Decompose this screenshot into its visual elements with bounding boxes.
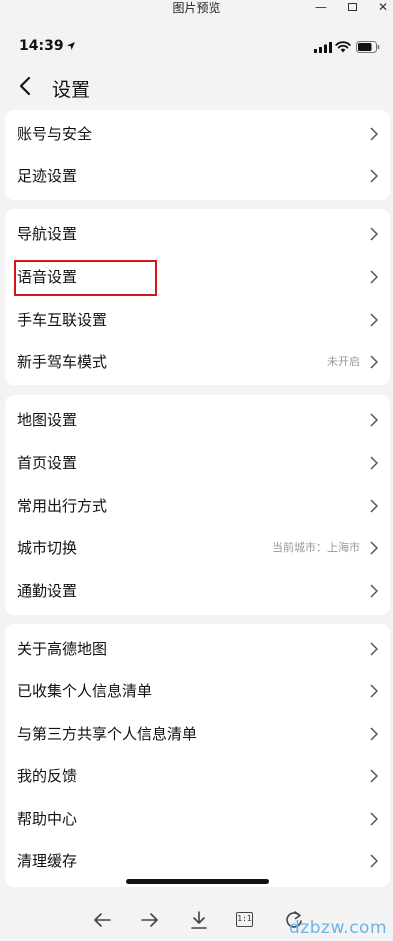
actual-size-label: 1:1 [236,912,253,927]
settings-item-label: 通勤设置 [17,582,78,600]
chevron-right-icon [370,227,378,241]
settings-item-travel-mode[interactable]: 常用出行方式 [5,485,390,527]
settings-item-clear-cache[interactable]: 清理缓存 [5,840,390,882]
page-header: 设置 [0,66,393,110]
chevron-right-icon [370,854,378,868]
viewer-title: 图片预览 [172,1,221,15]
maximize-button[interactable] [339,0,365,16]
settings-item-car-connect[interactable]: 手车互联设置 [5,299,390,341]
chevron-right-icon [370,270,378,284]
chevron-right-icon [370,642,378,656]
watermark-text: dzbzw.com [289,918,387,938]
chevron-right-icon [370,456,378,470]
settings-item-label: 语音设置 [17,268,78,286]
settings-item-navigation[interactable]: 导航设置 [5,213,390,255]
back-arrow-icon[interactable] [16,76,36,96]
settings-item-label: 导航设置 [17,225,78,243]
minimize-button[interactable]: — [308,0,334,16]
settings-item-label: 首页设置 [17,454,78,472]
settings-item-label: 足迹设置 [17,167,78,185]
settings-item-label: 我的反馈 [17,767,78,785]
settings-item-label: 帮助中心 [17,810,78,828]
chevron-right-icon [370,169,378,183]
settings-item-account-security[interactable]: 账号与安全 [5,113,390,155]
chevron-right-icon [370,413,378,427]
chevron-right-icon [370,584,378,598]
settings-item-label: 地图设置 [17,411,78,429]
settings-item-footprint[interactable]: 足迹设置 [5,155,390,197]
settings-item-map[interactable]: 地图设置 [5,399,390,441]
battery-icon [356,41,380,53]
settings-item-label: 清理缓存 [17,852,78,870]
settings-item-commute[interactable]: 通勤设置 [5,570,390,612]
settings-item-label: 关于高德地图 [17,640,108,658]
chevron-right-icon [370,727,378,741]
location-arrow-icon [67,42,75,50]
chevron-right-icon [370,313,378,327]
settings-group-about: 关于高德地图 已收集个人信息清单 与第三方共享个人信息清单 我的反馈 帮助中心 … [5,624,390,887]
actual-size-button[interactable]: 1:1 [236,910,256,930]
close-button[interactable]: ✕ [370,0,393,16]
chevron-right-icon [370,812,378,826]
settings-item-label: 新手驾车模式 [17,353,108,371]
previous-arrow-icon[interactable] [92,910,112,930]
settings-item-feedback[interactable]: 我的反馈 [5,755,390,797]
chevron-right-icon [370,769,378,783]
settings-item-about[interactable]: 关于高德地图 [5,628,390,670]
settings-item-label: 账号与安全 [17,125,93,143]
settings-group-navigation: 导航设置 语音设置 手车互联设置 新手驾车模式 未开启 [5,209,390,385]
page-title: 设置 [52,79,91,101]
chevron-right-icon [370,499,378,513]
settings-item-collected-info[interactable]: 已收集个人信息清单 [5,670,390,712]
download-icon[interactable] [189,910,209,930]
chevron-right-icon [370,127,378,141]
settings-group-map: 地图设置 首页设置 常用出行方式 城市切换 当前城市：上海市 通勤设置 [5,395,390,615]
chevron-right-icon [370,355,378,369]
wifi-icon [335,41,351,53]
settings-item-novice-driving[interactable]: 新手驾车模式 未开启 [5,341,390,383]
settings-item-value: 未开启 [327,355,360,368]
settings-item-label: 已收集个人信息清单 [17,682,153,700]
next-arrow-icon[interactable] [140,910,160,930]
settings-item-voice[interactable]: 语音设置 [5,256,390,298]
maximize-icon [347,3,357,11]
status-time: 14:39 [19,38,64,54]
settings-group-account: 账号与安全 足迹设置 [5,110,390,200]
viewer-title-bar: 图片预览 — ✕ [0,0,393,17]
chevron-right-icon [370,541,378,555]
settings-item-homepage[interactable]: 首页设置 [5,442,390,484]
settings-item-city-switch[interactable]: 城市切换 当前城市：上海市 [5,527,390,569]
cellular-signal-icon [314,42,332,53]
settings-item-help[interactable]: 帮助中心 [5,798,390,840]
status-bar: 14:39 [0,28,393,64]
settings-item-label: 与第三方共享个人信息清单 [17,725,198,743]
settings-item-label: 常用出行方式 [17,497,108,515]
chevron-right-icon [370,684,378,698]
settings-item-value: 当前城市：上海市 [272,541,360,554]
settings-item-shared-info[interactable]: 与第三方共享个人信息清单 [5,713,390,755]
settings-item-label: 城市切换 [17,539,78,557]
home-indicator [126,879,269,884]
settings-item-label: 手车互联设置 [17,311,108,329]
